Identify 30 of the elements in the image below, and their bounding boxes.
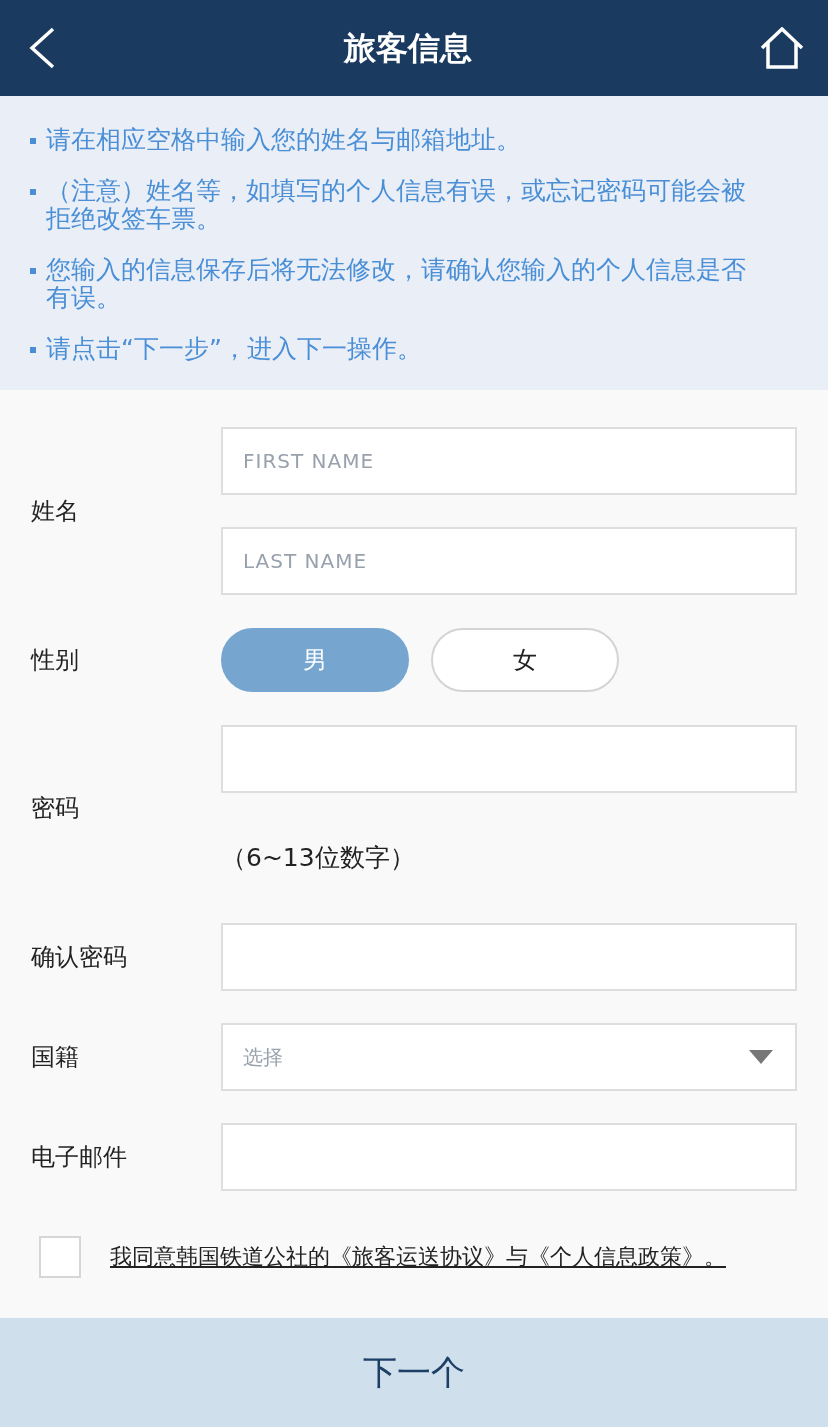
- home-icon: [760, 27, 804, 69]
- next-button[interactable]: 下一个: [0, 1318, 828, 1427]
- bullet-icon: [30, 138, 36, 144]
- input-field[interactable]: [221, 1123, 797, 1191]
- input-field[interactable]: [221, 923, 797, 991]
- agreement-checkbox[interactable]: [39, 1236, 81, 1278]
- back-chevron-icon: [28, 27, 56, 69]
- name-field[interactable]: FIRST NAME: [221, 427, 797, 495]
- input-field[interactable]: [221, 725, 797, 793]
- notice-text: 请在相应空格中输入您的姓名与邮箱地址。: [46, 126, 522, 154]
- bullet-icon: [30, 268, 36, 274]
- caret-icon: [749, 1050, 773, 1064]
- field-label: 姓名: [31, 496, 80, 527]
- notice-text: 您输入的信息保存后将无法修改，请确认您输入的个人信息是否有误。: [46, 256, 747, 312]
- field-label: 密码: [31, 793, 80, 824]
- page-title: 旅客信息: [344, 28, 472, 68]
- bullet-icon: [30, 189, 36, 195]
- back-button[interactable]: [28, 27, 56, 69]
- bullet-icon: [30, 347, 36, 353]
- name-field[interactable]: LAST NAME: [221, 527, 797, 595]
- field-hint: （6~13位数字）: [221, 842, 415, 874]
- home-button[interactable]: [760, 27, 804, 69]
- field-label: 确认密码: [31, 942, 128, 973]
- agreement-link[interactable]: 我同意韩国铁道公社的《旅客运送协议》与《个人信息政策》。: [110, 1242, 726, 1272]
- notice-text: （注意）姓名等，如填写的个人信息有误，或忘记密码可能会被拒绝改签车票。: [46, 177, 747, 233]
- notice-text: 请点击“下一步”，进入下一操作。: [46, 335, 423, 363]
- field-label: 性别: [31, 645, 80, 676]
- field-label: 国籍: [31, 1042, 80, 1073]
- field-label: 电子邮件: [31, 1142, 128, 1173]
- gender-option[interactable]: 女: [431, 628, 619, 692]
